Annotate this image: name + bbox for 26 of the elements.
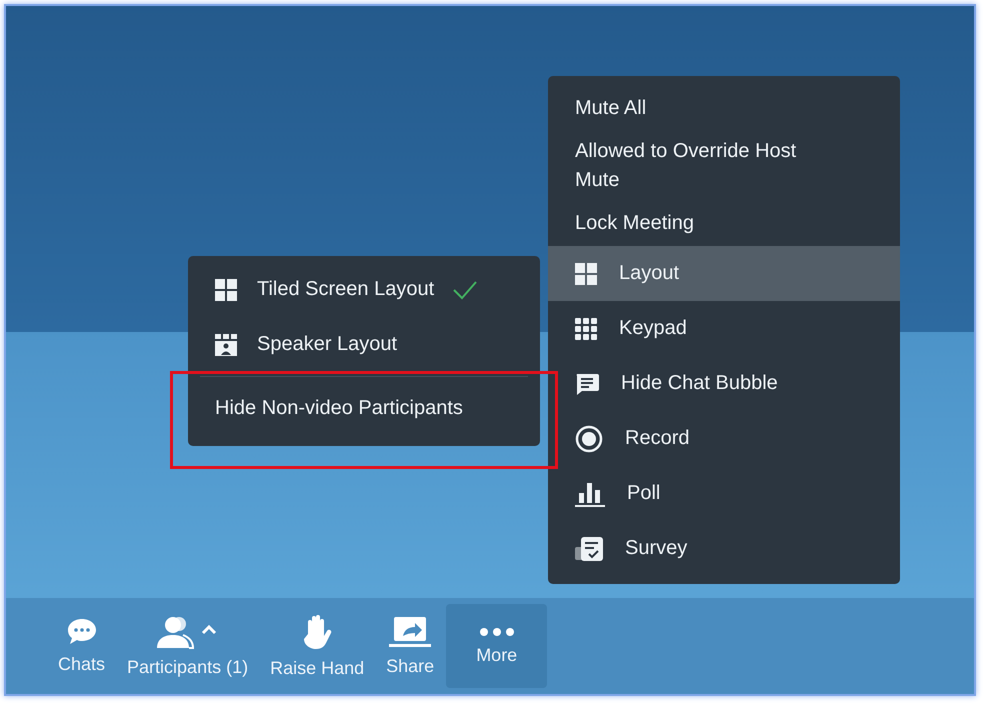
menu-item[interactable]: Lock Meeting bbox=[548, 201, 900, 246]
grid-icon bbox=[215, 278, 237, 300]
speaker-layout-icon bbox=[215, 334, 237, 356]
bar-chart-icon bbox=[575, 480, 605, 506]
menu-item[interactable]: Poll bbox=[548, 466, 900, 521]
menu-item[interactable]: Keypad bbox=[548, 301, 900, 356]
record-icon bbox=[575, 424, 603, 452]
survey-icon bbox=[575, 536, 603, 560]
hand-icon bbox=[302, 614, 332, 650]
keypad-icon bbox=[575, 318, 597, 340]
chat-icon bbox=[575, 372, 599, 394]
menu-item[interactable]: Tiled Screen Layout bbox=[188, 262, 540, 317]
menu-item[interactable]: Hide Chat Bubble bbox=[548, 356, 900, 411]
chat-bubble-icon bbox=[66, 618, 97, 646]
menu-item[interactable]: Allowed to Override Host Mute bbox=[548, 131, 900, 201]
menu-item[interactable]: Survey bbox=[548, 521, 900, 576]
menu-item[interactable]: Mute All bbox=[548, 86, 900, 131]
toolbar-button[interactable]: More bbox=[446, 604, 548, 688]
menu-item[interactable]: Speaker Layout bbox=[188, 317, 540, 372]
menu-item[interactable]: Record bbox=[548, 411, 900, 466]
people-icon bbox=[156, 614, 219, 648]
share-screen-icon bbox=[389, 616, 432, 648]
more-icon bbox=[478, 626, 515, 636]
grid-icon bbox=[575, 262, 597, 284]
menu-item[interactable]: Hide Non-video Participants bbox=[188, 381, 540, 436]
menu-item[interactable]: Layout bbox=[548, 246, 900, 301]
